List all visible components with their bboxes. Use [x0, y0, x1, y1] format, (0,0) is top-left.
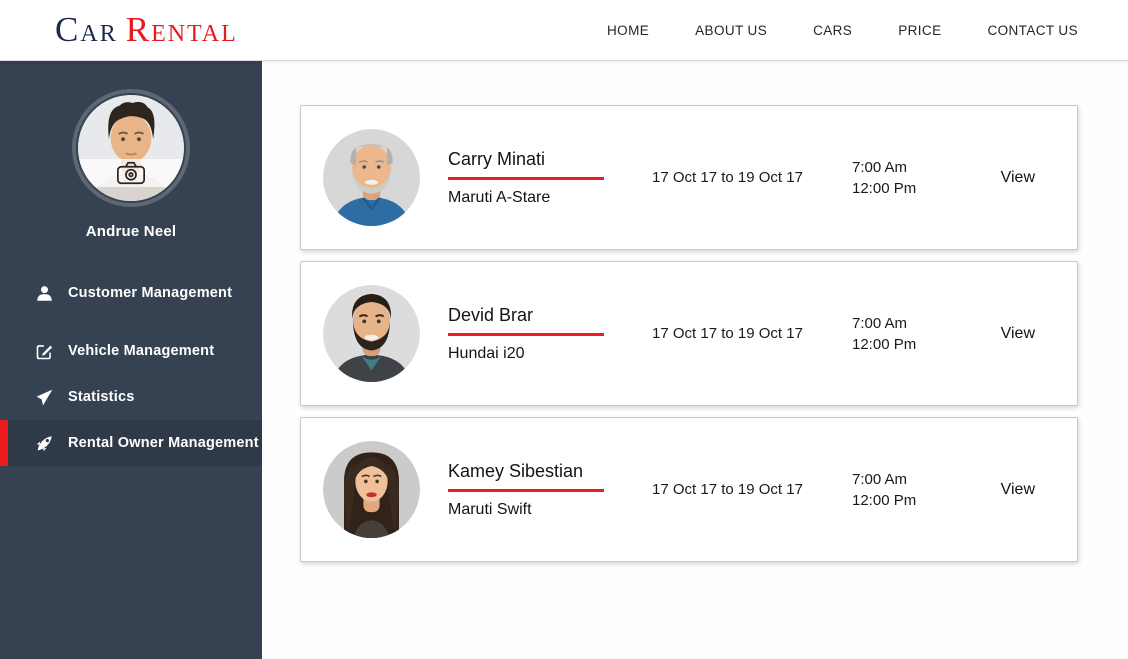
booking-time: 7:00 Am 12:00 Pm: [852, 157, 936, 199]
booking-info: Carry Minati Maruti A-Stare: [448, 149, 640, 207]
paper-plane-icon: [36, 389, 53, 406]
profile-photo: [78, 95, 184, 201]
brand-logo[interactable]: CAR RENTAL: [55, 10, 238, 50]
main-nav: HOME ABOUT US CARS PRICE CONTACT US: [607, 23, 1078, 38]
camera-icon: [116, 161, 146, 185]
logo-word1-rest: AR: [80, 21, 117, 47]
booking-vehicle: Maruti A-Stare: [448, 189, 640, 207]
booking-name: Carry Minati: [448, 149, 640, 170]
sidebar-menu: Customer Management Vehicle Management: [0, 270, 262, 466]
content-area: Carry Minati Maruti A-Stare 17 Oct 17 to…: [262, 61, 1128, 659]
booking-card: Devid Brar Hundai i20 17 Oct 17 to 19 Oc…: [300, 261, 1078, 406]
sidebar-item-label: Vehicle Management: [68, 343, 214, 359]
app-window: CAR RENTAL HOME ABOUT US CARS PRICE CONTA…: [0, 0, 1128, 659]
profile-section: Andrue Neel: [0, 61, 262, 240]
booking-dates: 17 Oct 17 to 19 Oct 17: [652, 169, 842, 186]
logo-word2-initial: R: [126, 10, 151, 49]
booking-time-from: 7:00 Am: [852, 469, 936, 490]
booking-avatar: [323, 285, 420, 382]
booking-dates: 17 Oct 17 to 19 Oct 17: [652, 325, 842, 342]
user-icon: [36, 285, 53, 302]
booking-time-from: 7:00 Am: [852, 313, 936, 334]
booking-info: Devid Brar Hundai i20: [448, 305, 640, 363]
booking-time-to: 12:00 Pm: [852, 178, 936, 199]
booking-time-to: 12:00 Pm: [852, 490, 936, 511]
booking-vehicle: Hundai i20: [448, 345, 640, 363]
profile-avatar[interactable]: [72, 89, 190, 207]
view-button[interactable]: View: [1001, 169, 1035, 187]
view-button[interactable]: View: [1001, 481, 1035, 499]
profile-name: Andrue Neel: [86, 223, 177, 240]
sidebar-item-rental-owner-management[interactable]: Rental Owner Management: [0, 420, 262, 466]
sidebar-item-vehicle-management[interactable]: Vehicle Management: [0, 328, 262, 374]
customer-photo-illustration: [323, 129, 420, 226]
booking-vehicle: Maruti Swift: [448, 501, 640, 519]
red-underline: [448, 333, 604, 336]
booking-info: Kamey Sibestian Maruti Swift: [448, 461, 640, 519]
booking-time-from: 7:00 Am: [852, 157, 936, 178]
booking-card: Kamey Sibestian Maruti Swift 17 Oct 17 t…: [300, 417, 1078, 562]
sidebar-item-label: Rental Owner Management: [68, 435, 259, 451]
booking-name: Kamey Sibestian: [448, 461, 640, 482]
red-underline: [448, 177, 604, 180]
customer-photo-illustration: [323, 441, 420, 538]
booking-time-to: 12:00 Pm: [852, 334, 936, 355]
customer-photo-illustration: [323, 285, 420, 382]
nav-cars[interactable]: CARS: [813, 23, 852, 38]
sidebar-item-customer-management[interactable]: Customer Management: [0, 270, 262, 316]
nav-price[interactable]: PRICE: [898, 23, 941, 38]
booking-time: 7:00 Am 12:00 Pm: [852, 469, 936, 511]
sidebar-item-label: Customer Management: [68, 285, 232, 301]
booking-card: Carry Minati Maruti A-Stare 17 Oct 17 to…: [300, 105, 1078, 250]
booking-name: Devid Brar: [448, 305, 640, 326]
view-button[interactable]: View: [1001, 325, 1035, 343]
logo-word2-rest: ENTAL: [151, 21, 238, 47]
sidebar: Andrue Neel Customer Management: [0, 61, 262, 659]
sidebar-item-statistics[interactable]: Statistics: [0, 374, 262, 420]
avatar-camera-overlay[interactable]: [78, 159, 184, 188]
logo-word1-initial: C: [55, 10, 80, 49]
red-underline: [448, 489, 604, 492]
sidebar-item-label: Statistics: [68, 389, 134, 405]
nav-contact-us[interactable]: CONTACT US: [987, 23, 1078, 38]
booking-avatar: [323, 129, 420, 226]
top-header: CAR RENTAL HOME ABOUT US CARS PRICE CONTA…: [0, 0, 1128, 61]
nav-home[interactable]: HOME: [607, 23, 649, 38]
rocket-icon: [36, 435, 53, 452]
nav-about-us[interactable]: ABOUT US: [695, 23, 767, 38]
edit-icon: [36, 343, 53, 360]
booking-time: 7:00 Am 12:00 Pm: [852, 313, 936, 355]
booking-avatar: [323, 441, 420, 538]
booking-dates: 17 Oct 17 to 19 Oct 17: [652, 481, 842, 498]
